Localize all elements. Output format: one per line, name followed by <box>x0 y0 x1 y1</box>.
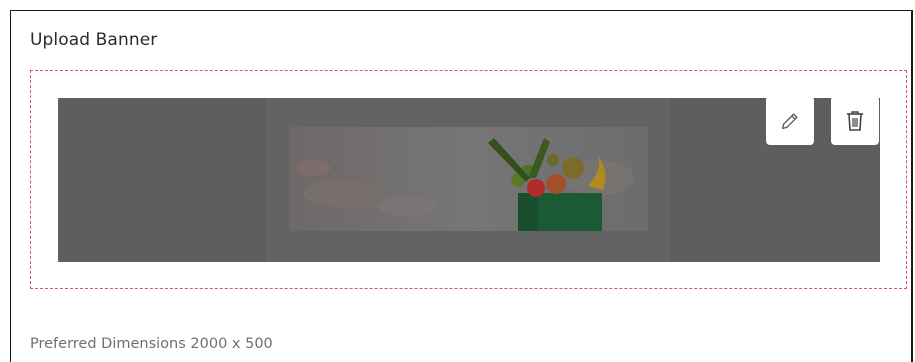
banner-dropzone[interactable] <box>30 70 907 289</box>
section-title: Upload Banner <box>30 30 158 50</box>
pencil-icon <box>782 112 798 129</box>
dimensions-hint: Preferred Dimensions 2000 x 500 <box>30 336 273 352</box>
upload-banner-panel: Upload Banner Preferred Dimensions 2000 … <box>10 10 913 362</box>
banner-image <box>58 98 880 262</box>
banner-preview <box>58 98 880 262</box>
trash-icon <box>847 110 863 131</box>
delete-button[interactable] <box>831 98 879 145</box>
edit-button[interactable] <box>766 98 814 145</box>
